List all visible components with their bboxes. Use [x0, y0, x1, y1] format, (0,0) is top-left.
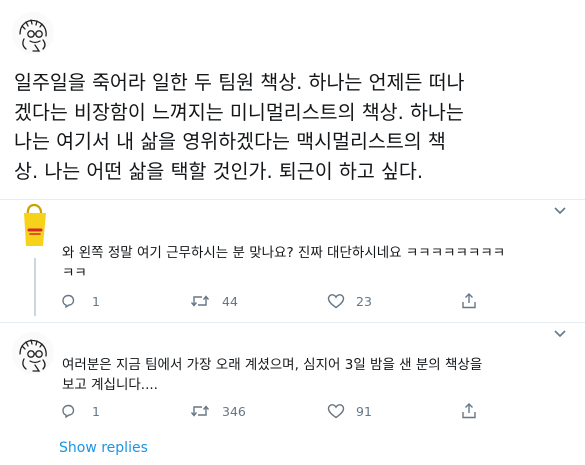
like-count: 91 [356, 403, 372, 419]
reply-avatar[interactable] [12, 200, 58, 258]
like-action[interactable]: 23 [327, 293, 372, 309]
divider [0, 199, 585, 200]
reply-action[interactable]: 1 [60, 293, 100, 309]
reply-count: 1 [92, 403, 100, 419]
like-icon [327, 404, 345, 419]
retweet-icon [190, 295, 210, 307]
divider [0, 322, 585, 323]
share-action[interactable] [461, 402, 477, 420]
reply-line: ㅋㅋ [62, 265, 87, 281]
reply-avatar[interactable] [12, 332, 54, 374]
tweet-line: 나는 여기서 내 삶을 영위하겠다는 맥시멀리스트의 책 [14, 130, 446, 153]
tweet-line: 상. 나는 어떤 삶을 택할 것인가. 퇴근이 하고 싶다. [14, 159, 424, 183]
tweet-text: 일주일을 죽어라 일한 두 팀원 책상. 하나는 언제든 떠나 겠다는 비장함이… [14, 68, 574, 186]
reply-count: 1 [92, 293, 100, 309]
avatar-sketch-image [19, 19, 47, 52]
chevron-down-icon[interactable] [553, 204, 567, 218]
reply-text: 와 왼쪽 정말 여기 근무하시는 분 맞나요? 진짜 대단하시네요 ㅋㅋㅋㅋㅋㅋ… [62, 243, 505, 283]
share-icon [462, 403, 476, 419]
reply-line: 여러분은 지금 팀에서 가장 오래 계셨으며, 심지어 3일 밤을 샌 분의 책… [62, 357, 483, 373]
show-replies-link[interactable]: Show replies [59, 440, 148, 456]
retweet-icon [190, 405, 210, 417]
retweet-count: 44 [222, 293, 238, 309]
reply-icon [62, 404, 75, 419]
like-icon [327, 294, 345, 309]
retweet-action[interactable]: 44 [190, 293, 238, 309]
author-avatar[interactable] [12, 12, 54, 54]
like-count: 23 [356, 293, 372, 309]
share-icon [462, 293, 476, 309]
reply-line: 보고 계십니다.... [62, 377, 158, 393]
thread-line [34, 258, 36, 316]
reply-text: 여러분은 지금 팀에서 가장 오래 계셨으며, 심지어 3일 밤을 샌 분의 책… [62, 355, 482, 395]
avatar-sketch-image [19, 339, 47, 372]
tweet-line: 일주일을 죽어라 일한 두 팀원 책상. 하나는 언제든 떠나 [14, 71, 465, 94]
reply-action[interactable]: 1 [60, 403, 100, 419]
chevron-down-icon[interactable] [553, 327, 567, 341]
like-action[interactable]: 91 [327, 403, 372, 419]
tote-bag-avatar-image [24, 203, 46, 246]
retweet-action[interactable]: 346 [190, 403, 246, 419]
retweet-count: 346 [222, 403, 246, 419]
reply-line: 와 왼쪽 정말 여기 근무하시는 분 맞나요? 진짜 대단하시네요 ㅋㅋㅋㅋㅋㅋ… [62, 245, 506, 261]
tweet-line: 겠다는 비장함이 느껴지는 미니멀리스트의 책상. 하나는 [14, 100, 464, 124]
reply-icon [62, 294, 75, 309]
share-action[interactable] [461, 292, 477, 310]
